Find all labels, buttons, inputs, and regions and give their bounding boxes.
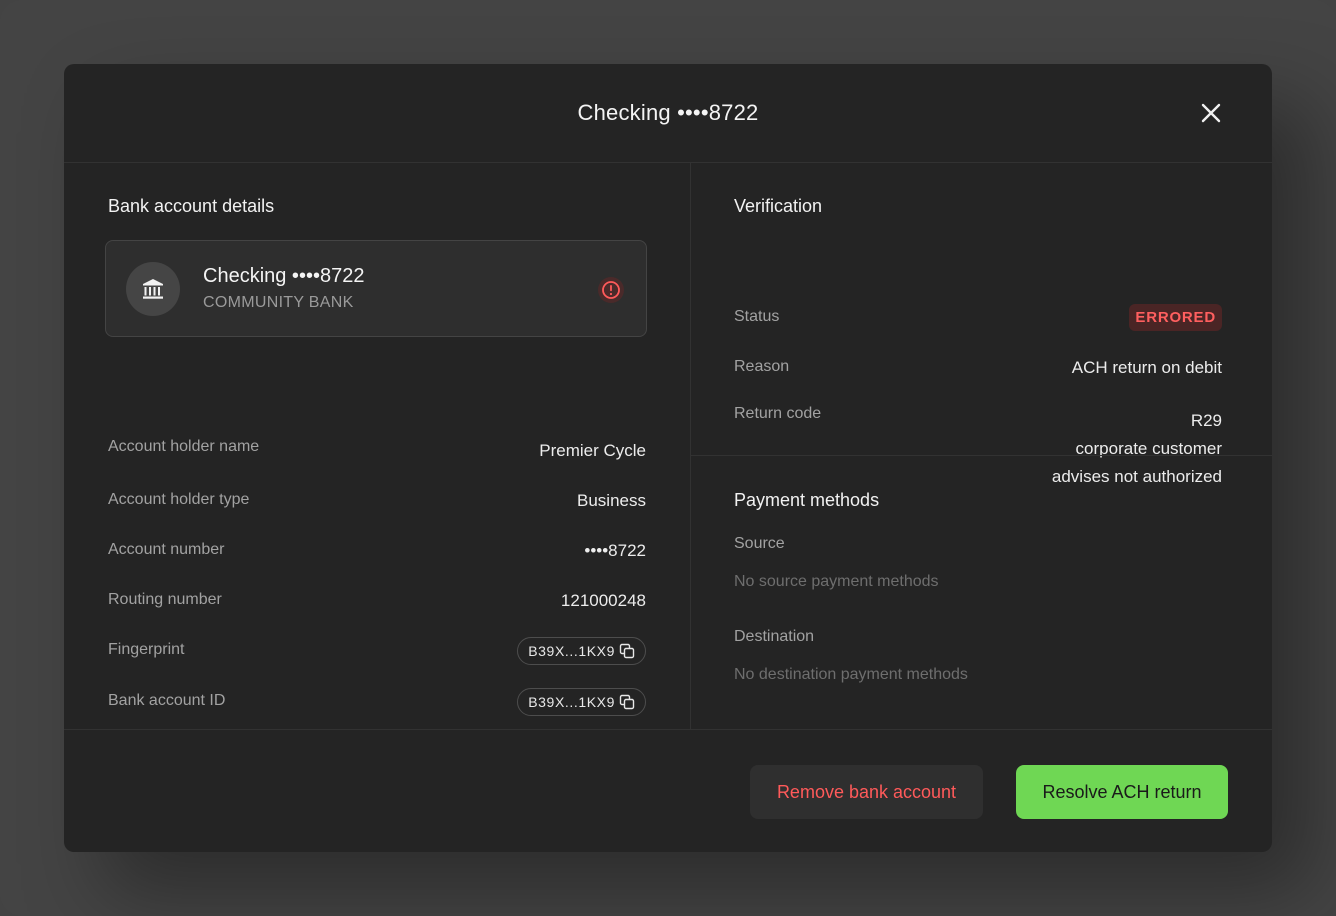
reason-value: ACH return on debit <box>1071 358 1222 377</box>
status-badge: ERRORED <box>1129 304 1222 331</box>
copy-icon <box>619 694 635 710</box>
account-holder-type-label: Account holder type <box>108 491 250 508</box>
account-number-value: ••••8722 <box>584 541 646 560</box>
verification-title: Verification <box>734 196 823 216</box>
resolve-ach-return-button[interactable]: Resolve ACH return <box>1016 765 1228 819</box>
bank-account-id-value: B39X...1KX9 <box>528 694 615 710</box>
status-label: Status <box>734 308 780 325</box>
source-empty-text: No source payment methods <box>734 573 939 590</box>
card-bank-name: COMMUNITY BANK <box>203 294 354 311</box>
routing-number-label: Routing number <box>108 591 222 608</box>
close-button[interactable] <box>1200 102 1222 124</box>
alert-circle-icon <box>598 277 624 303</box>
payment-methods-title: Payment methods <box>734 490 880 510</box>
bank-icon <box>143 279 163 299</box>
routing-number-value: 121000248 <box>560 591 646 610</box>
destination-label: Destination <box>734 628 815 645</box>
source-label: Source <box>734 535 785 552</box>
bank-account-id-label: Bank account ID <box>108 692 226 709</box>
return-code-line: R29 <box>1190 411 1222 430</box>
modal-title: Checking ••••8722 <box>577 100 759 125</box>
bank-account-details-title: Bank account details <box>108 196 275 216</box>
copy-icon <box>619 643 635 659</box>
return-code-label: Return code <box>734 405 822 422</box>
account-number-label: Account number <box>108 541 225 558</box>
account-holder-type-value: Business <box>577 491 646 510</box>
destination-empty-text: No destination payment methods <box>734 666 968 683</box>
bank-account-details-panel: Bank account details Checking ••••8722 C… <box>64 163 690 729</box>
bank-avatar <box>126 262 180 316</box>
fingerprint-label: Fingerprint <box>108 641 185 658</box>
modal-footer: Remove bank account Resolve ACH return <box>64 729 1272 852</box>
fingerprint-value: B39X...1KX9 <box>528 643 615 659</box>
account-card: Checking ••••8722 COMMUNITY BANK <box>105 240 647 337</box>
fingerprint-copy-chip[interactable]: B39X...1KX9 <box>517 637 646 665</box>
close-icon <box>1201 103 1221 123</box>
reason-label: Reason <box>734 358 790 375</box>
account-holder-name-value: Premier Cycle <box>539 441 646 460</box>
account-holder-name-label: Account holder name <box>108 438 260 455</box>
payment-methods-panel: Payment methods Source No source payment… <box>691 455 1272 730</box>
modal-header: Checking ••••8722 <box>64 64 1272 163</box>
card-account-name: Checking ••••8722 <box>203 265 365 287</box>
bank-account-modal: Checking ••••8722 Bank account details C… <box>64 64 1272 852</box>
bank-account-id-copy-chip[interactable]: B39X...1KX9 <box>517 688 646 716</box>
remove-bank-account-button[interactable]: Remove bank account <box>750 765 983 819</box>
